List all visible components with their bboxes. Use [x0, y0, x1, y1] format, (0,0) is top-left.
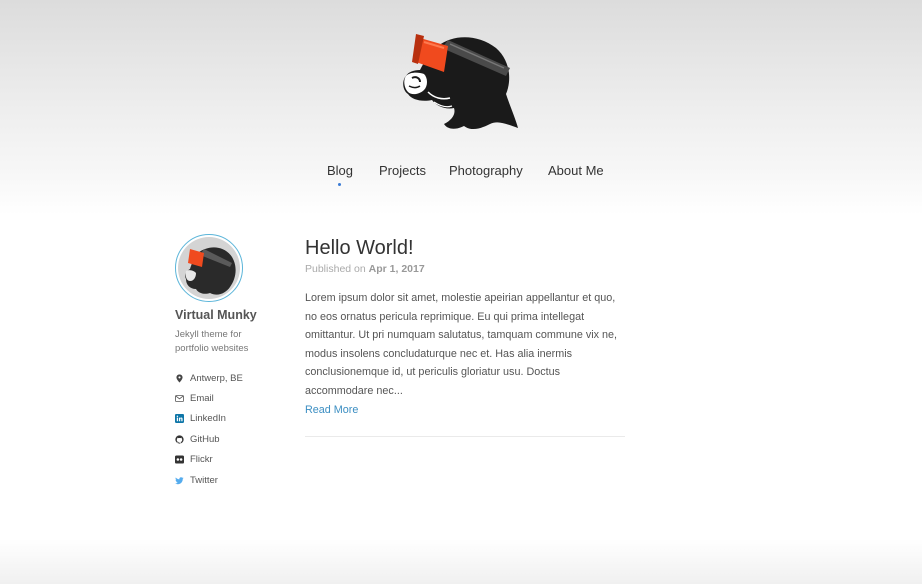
link-label: GitHub — [190, 433, 220, 445]
nav-item-photography[interactable]: Photography — [449, 162, 523, 179]
published-label: Published on — [305, 263, 366, 275]
link-label: Flickr — [190, 454, 213, 466]
link-location[interactable]: Antwerp, BE — [175, 368, 285, 388]
link-label: Antwerp, BE — [190, 372, 243, 384]
avatar-monkey-icon — [185, 247, 236, 295]
link-label: Twitter — [190, 474, 218, 486]
avatar[interactable] — [175, 234, 243, 302]
flickr-icon — [175, 455, 184, 464]
github-icon — [175, 435, 184, 444]
link-email[interactable]: Email — [175, 388, 285, 408]
published-date: Apr 1, 2017 — [368, 263, 425, 275]
footer-fade — [0, 539, 922, 584]
author-name: Virtual Munky — [175, 308, 257, 322]
link-label: LinkedIn — [190, 413, 226, 425]
nav-active-indicator — [338, 183, 341, 186]
link-twitter[interactable]: Twitter — [175, 470, 285, 490]
twitter-icon — [175, 476, 184, 485]
map-pin-icon — [175, 374, 184, 383]
linkedin-icon — [175, 414, 184, 424]
link-github[interactable]: GitHub — [175, 429, 285, 449]
site-logo[interactable] — [398, 28, 520, 132]
read-more-link[interactable]: Read More — [305, 401, 358, 419]
link-linkedin[interactable]: LinkedIn — [175, 409, 285, 429]
author-bio: Jekyll theme for portfolio websites — [175, 329, 249, 354]
nav-item-blog[interactable]: Blog — [327, 162, 353, 179]
post-excerpt: Lorem ipsum dolor sit amet, molestie ape… — [305, 292, 618, 397]
author-links: Antwerp, BE Email LinkedIn GitHub Flickr — [175, 368, 285, 490]
nav-item-about-me[interactable]: About Me — [548, 162, 604, 179]
author-sidebar: Virtual Munky Jekyll theme for portfolio… — [175, 234, 285, 490]
blog-post: Hello World! Published on Apr 1, 2017 Lo… — [305, 236, 625, 437]
envelope-icon — [175, 394, 184, 403]
post-meta: Published on Apr 1, 2017 — [305, 263, 625, 275]
link-label: Email — [190, 393, 214, 405]
link-flickr[interactable]: Flickr — [175, 450, 285, 470]
post-divider — [305, 436, 625, 437]
main-nav: Blog Projects Photography About Me — [0, 162, 922, 192]
nav-item-projects[interactable]: Projects — [379, 162, 426, 179]
post-title[interactable]: Hello World! — [305, 236, 625, 260]
